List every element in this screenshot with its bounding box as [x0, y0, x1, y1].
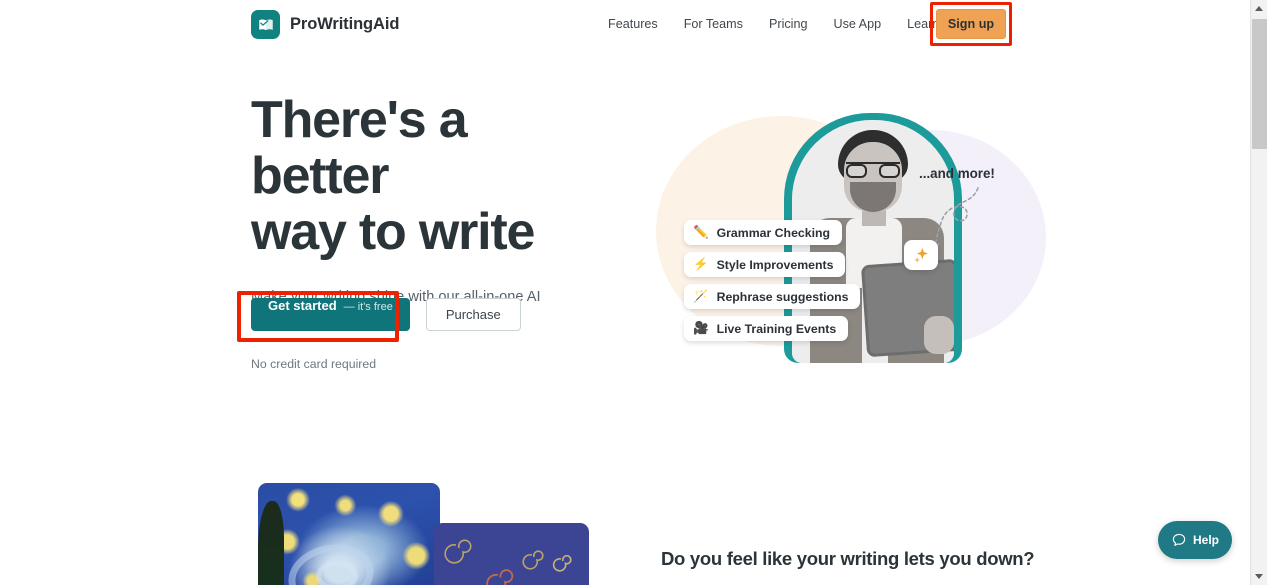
- brand-logo-link[interactable]: ProWritingAid: [251, 10, 399, 39]
- hero-cta-row: Get started — it's free Purchase: [251, 298, 521, 331]
- hero-illustration: ...and more! ✏️ Grammar Checking ⚡ Style…: [636, 88, 1046, 380]
- feature-chip-rephrase-suggestions: 🪄 Rephrase suggestions: [684, 284, 861, 309]
- starry-night-painting: [258, 483, 440, 585]
- nav-item-for-teams[interactable]: For Teams: [671, 0, 756, 49]
- hero-text-block: There's a better way to write Make your …: [251, 92, 611, 333]
- speech-bubble-icon: [1172, 533, 1186, 546]
- blue-card-with-spiral-doodles: [434, 523, 589, 585]
- triangle-up-icon: [1255, 6, 1263, 11]
- open-book-icon: [251, 10, 280, 39]
- sparkles-icon: [904, 240, 938, 270]
- feature-chip-live-training-events: 🎥 Live Training Events: [684, 316, 849, 341]
- page-content: ProWritingAid Features For Teams Pricing…: [0, 0, 1250, 585]
- feature-chip-label: Style Improvements: [716, 257, 834, 272]
- help-widget-label: Help: [1192, 533, 1219, 547]
- no-credit-card-text: No credit card required: [251, 357, 377, 371]
- nav-item-pricing[interactable]: Pricing: [756, 0, 821, 49]
- headline-line-2: way to write: [251, 203, 535, 262]
- purchase-button[interactable]: Purchase: [425, 298, 521, 331]
- triangle-down-icon: [1255, 574, 1263, 579]
- feature-chip-grammar-checking: ✏️ Grammar Checking: [684, 220, 843, 245]
- feature-chip-label: Live Training Events: [716, 321, 837, 336]
- sign-up-button[interactable]: Sign up: [936, 9, 1006, 39]
- nav-item-use-app[interactable]: Use App: [820, 0, 894, 49]
- get-started-label: Get started: [268, 298, 337, 313]
- brand-name: ProWritingAid: [290, 15, 400, 33]
- scroll-up-button[interactable]: [1251, 0, 1267, 17]
- vertical-scrollbar[interactable]: [1250, 0, 1267, 585]
- help-widget-button[interactable]: Help: [1158, 521, 1232, 559]
- browser-viewport: ProWritingAid Features For Teams Pricing…: [0, 0, 1267, 585]
- get-started-sublabel: — it's free: [343, 301, 393, 313]
- lightning-icon: ⚡: [693, 257, 709, 272]
- page-title: There's a better way to write: [251, 91, 611, 262]
- get-started-button[interactable]: Get started — it's free: [251, 298, 410, 331]
- and-more-label: ...and more!: [919, 166, 995, 181]
- movie-camera-icon: 🎥: [693, 321, 709, 336]
- magic-wand-icon: 🪄: [693, 289, 709, 304]
- feature-chip-list: ✏️ Grammar Checking ⚡ Style Improvements…: [684, 220, 861, 341]
- feature-chip-style-improvements: ⚡ Style Improvements: [684, 252, 846, 277]
- scrollbar-thumb[interactable]: [1252, 19, 1267, 149]
- site-header: ProWritingAid Features For Teams Pricing…: [0, 0, 1250, 49]
- feature-chip-label: Rephrase suggestions: [716, 289, 849, 304]
- nav-item-features[interactable]: Features: [595, 0, 671, 49]
- section-heading: Do you feel like your writing lets you d…: [661, 548, 1035, 569]
- headline-line-1: There's a better: [251, 91, 468, 206]
- scroll-down-button[interactable]: [1251, 568, 1267, 585]
- feature-chip-label: Grammar Checking: [716, 225, 831, 240]
- pencil-icon: ✏️: [693, 225, 709, 240]
